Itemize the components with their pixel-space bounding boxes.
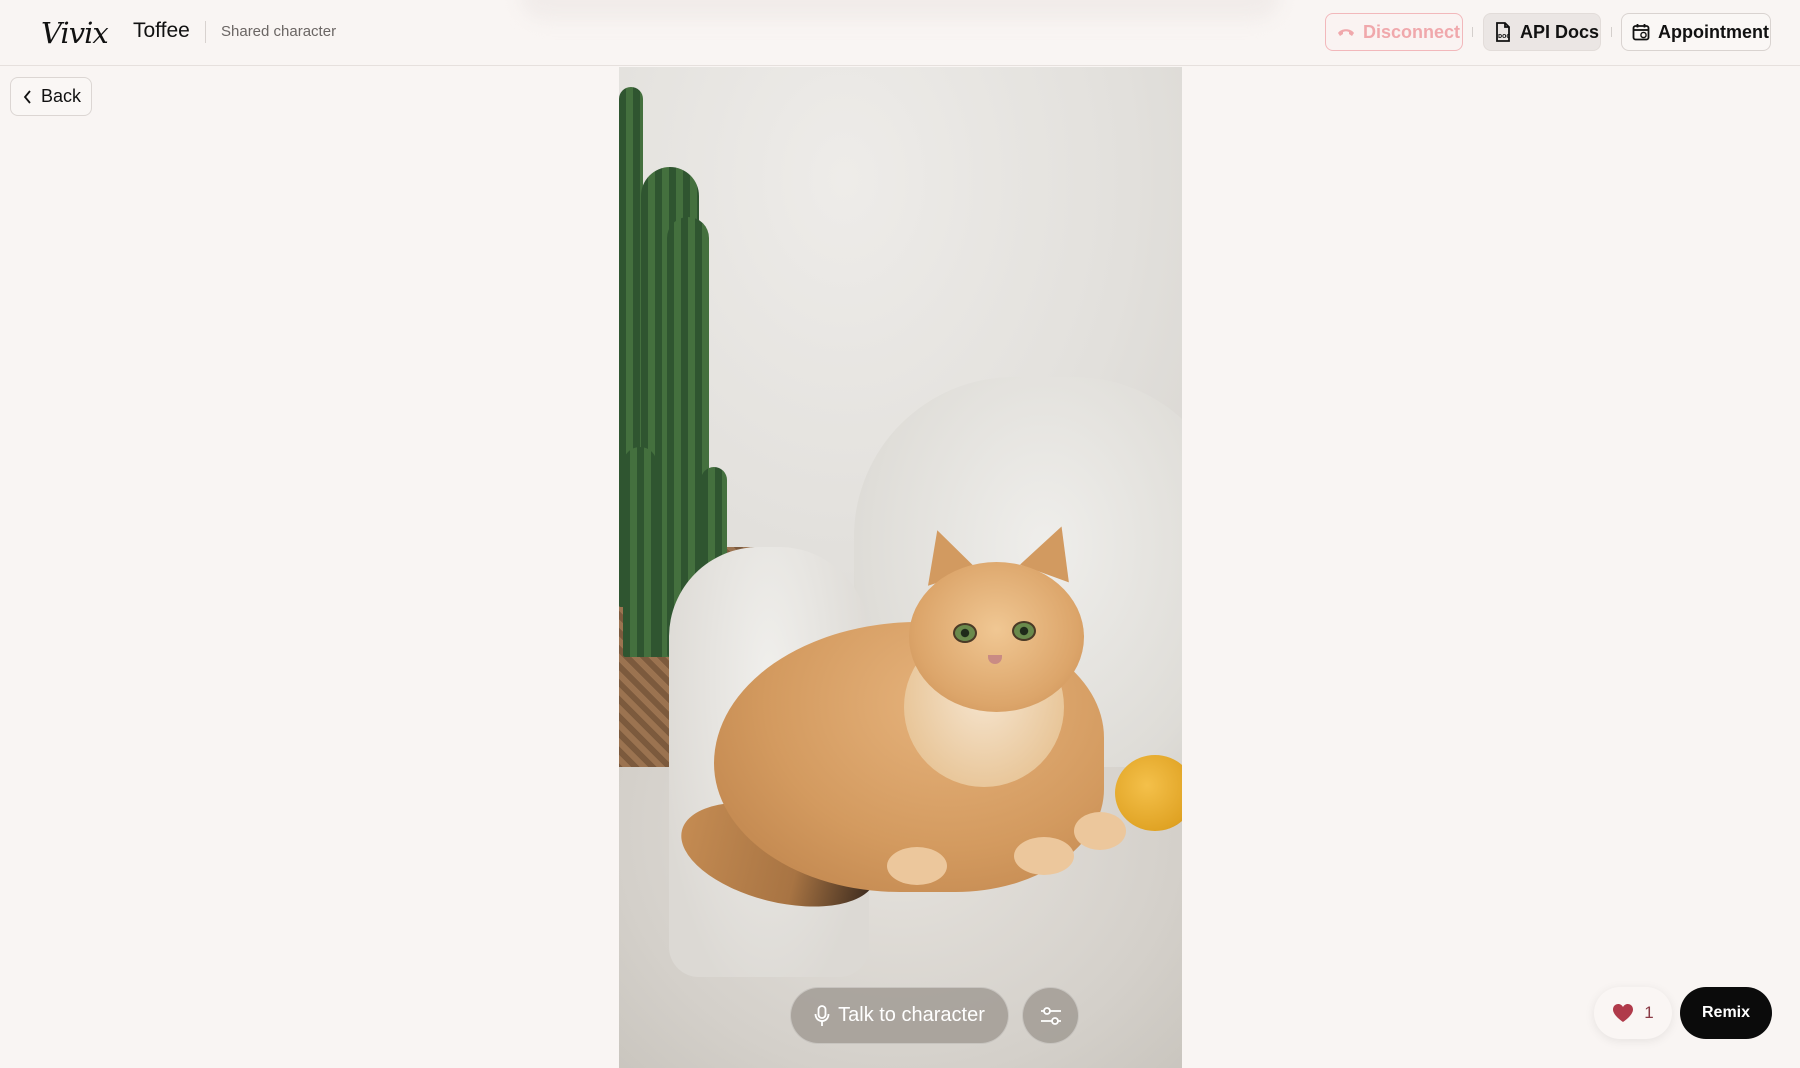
character-image	[619, 67, 1182, 1068]
header-divider	[1611, 27, 1612, 37]
api-docs-button[interactable]: DOC API Docs	[1483, 13, 1601, 51]
cat-paw	[1074, 812, 1126, 850]
top-header: Vivix Toffee Shared character Disconnect…	[0, 0, 1800, 66]
logo[interactable]: Vivix	[41, 16, 109, 50]
cat-paw	[1014, 837, 1074, 875]
like-button[interactable]: 1	[1594, 987, 1672, 1039]
cactus-stem	[623, 447, 657, 657]
page-subtitle: Shared character	[221, 23, 337, 40]
like-count: 1	[1644, 1003, 1654, 1022]
svg-text:DOC: DOC	[1498, 34, 1510, 40]
talk-label: Talk to character	[838, 1004, 985, 1026]
remix-button[interactable]: Remix	[1680, 987, 1772, 1039]
appointment-label: Appointment	[1658, 21, 1769, 42]
cat-head	[909, 562, 1084, 712]
remix-label: Remix	[1701, 1004, 1751, 1021]
title-divider	[205, 21, 206, 43]
disconnect-button[interactable]: Disconnect	[1325, 13, 1463, 51]
back-button[interactable]: Back	[10, 77, 92, 116]
sliders-icon	[1040, 1006, 1061, 1025]
header-divider	[1472, 27, 1473, 37]
calendar-icon	[1632, 24, 1650, 41]
phone-hangup-icon	[1338, 29, 1354, 36]
header-glow	[520, 0, 1280, 20]
heart-icon	[1613, 1004, 1634, 1022]
disconnect-label: Disconnect	[1363, 21, 1461, 42]
cat-paw	[887, 847, 947, 885]
microphone-icon	[814, 1004, 830, 1026]
document-icon: DOC	[1496, 22, 1510, 42]
cat-eye	[1012, 621, 1036, 641]
appointment-button[interactable]: Appointment	[1621, 13, 1771, 51]
cat-eye	[953, 623, 977, 643]
api-docs-label: API Docs	[1520, 21, 1600, 42]
talk-to-character-button[interactable]: Talk to character	[790, 987, 1009, 1044]
voice-settings-button[interactable]	[1022, 987, 1079, 1044]
chevron-left-icon	[23, 89, 31, 104]
back-label: Back	[41, 86, 82, 106]
character-name: Toffee	[133, 19, 190, 42]
